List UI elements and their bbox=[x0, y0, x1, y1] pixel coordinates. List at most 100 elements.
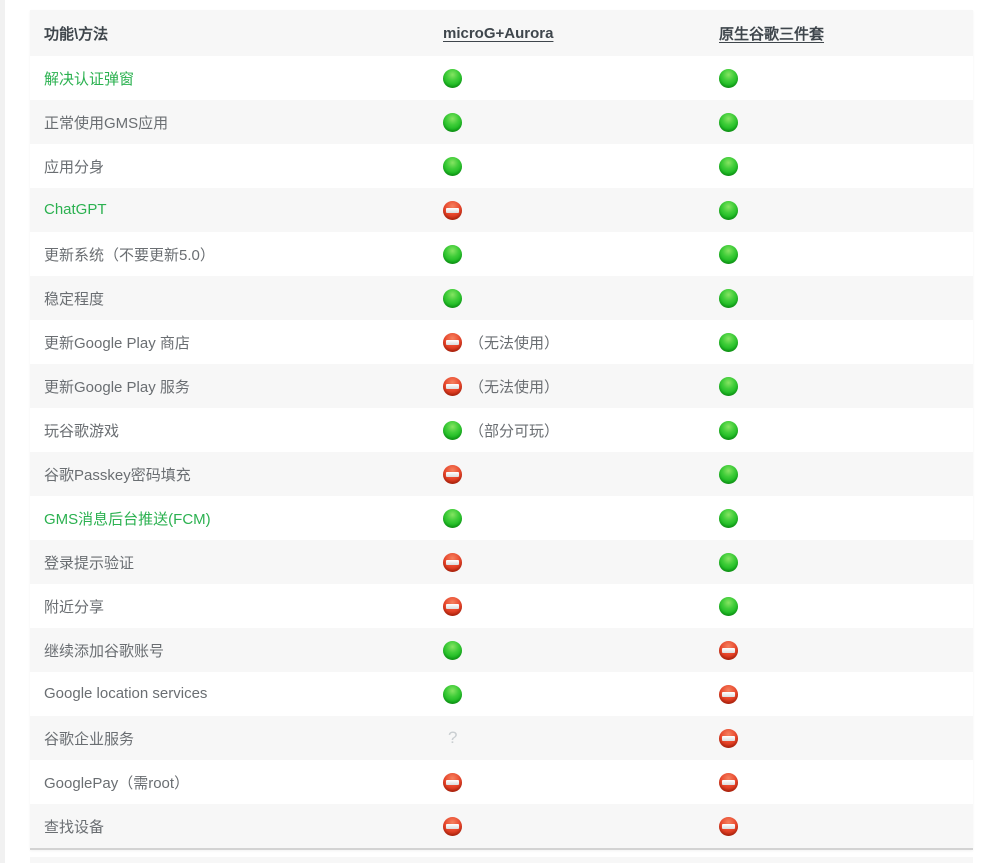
feature-label: 谷歌企业服务 bbox=[44, 730, 135, 748]
feature-cell: 更新Google Play 商店 bbox=[30, 332, 443, 353]
feature-link[interactable]: 解决认证弹窗 bbox=[44, 71, 134, 88]
green-circle-icon bbox=[719, 596, 738, 616]
left-edge-strip bbox=[0, 0, 5, 863]
no-entry-icon bbox=[719, 816, 738, 836]
feature-label: 更新Google Play 商店 bbox=[44, 334, 190, 352]
microg-status-cell: ? bbox=[443, 728, 719, 748]
feature-cell: 查找设备 bbox=[30, 816, 443, 837]
header-native-google: 原生谷歌三件套 bbox=[719, 23, 973, 44]
feature-label: 玩谷歌游戏 bbox=[44, 422, 120, 440]
microg-status-cell bbox=[443, 156, 719, 176]
feature-label: 更新Google Play 服务 bbox=[44, 378, 190, 396]
green-circle-icon bbox=[719, 332, 738, 352]
feature-label: 更新系统（不要更新5.0） bbox=[44, 246, 215, 264]
table-row: ChatGPT bbox=[30, 188, 973, 232]
microg-status-cell bbox=[443, 816, 719, 836]
green-circle-icon bbox=[443, 68, 462, 88]
table-row: 更新系统（不要更新5.0） bbox=[30, 232, 973, 276]
header-feature-label: 功能\方法 bbox=[44, 25, 109, 43]
feature-cell: GMS消息后台推送(FCM) bbox=[30, 508, 443, 529]
feature-label: GooglePay（需root） bbox=[44, 774, 190, 792]
native-status-cell bbox=[719, 332, 973, 352]
feature-label: 应用分身 bbox=[44, 158, 105, 176]
no-entry-icon bbox=[719, 684, 738, 704]
microg-status-cell: （部分可玩） bbox=[443, 420, 719, 441]
green-circle-icon bbox=[719, 200, 738, 220]
native-status-cell bbox=[719, 728, 973, 748]
header-feature-method: 功能\方法 bbox=[30, 23, 443, 44]
microg-aurora-link[interactable]: microG+Aurora bbox=[443, 25, 553, 42]
microg-status-cell: （无法使用） bbox=[443, 376, 719, 397]
status-note: （无法使用） bbox=[469, 334, 560, 352]
feature-label: 附近分享 bbox=[44, 598, 105, 616]
native-status-cell bbox=[719, 112, 973, 132]
green-circle-icon bbox=[719, 244, 738, 264]
microg-status-cell bbox=[443, 200, 719, 220]
feature-cell: ChatGPT bbox=[30, 201, 443, 219]
feature-label: 稳定程度 bbox=[44, 290, 105, 308]
native-status-cell bbox=[719, 464, 973, 484]
table-row: 继续添加谷歌账号 bbox=[30, 628, 973, 672]
microg-status-cell: （无法使用） bbox=[443, 332, 719, 353]
table-row: 应用分身 bbox=[30, 144, 973, 188]
table-row: 正常使用GMS应用 bbox=[30, 100, 973, 144]
native-status-cell bbox=[719, 684, 973, 704]
feature-cell: 谷歌企业服务 bbox=[30, 728, 443, 749]
native-status-cell bbox=[719, 508, 973, 528]
table-row: 谷歌企业服务? bbox=[30, 716, 973, 760]
table-row: 玩谷歌游戏 （部分可玩） bbox=[30, 408, 973, 452]
microg-status-cell bbox=[443, 508, 719, 528]
no-entry-icon bbox=[443, 772, 462, 792]
no-entry-icon bbox=[443, 332, 462, 352]
feature-link[interactable]: ChatGPT bbox=[44, 201, 107, 218]
green-circle-icon bbox=[719, 552, 738, 572]
native-status-cell bbox=[719, 640, 973, 660]
no-entry-icon bbox=[443, 376, 462, 396]
feature-label: 谷歌Passkey密码填充 bbox=[44, 466, 191, 484]
feature-label: Google location services bbox=[44, 685, 208, 702]
feature-link[interactable]: GMS消息后台推送(FCM) bbox=[44, 511, 211, 528]
feature-cell: 解决认证弹窗 bbox=[30, 68, 443, 89]
green-circle-icon bbox=[443, 244, 462, 264]
no-entry-icon bbox=[719, 728, 738, 748]
green-circle-icon bbox=[719, 464, 738, 484]
native-status-cell bbox=[719, 200, 973, 220]
microg-status-cell bbox=[443, 68, 719, 88]
green-circle-icon bbox=[443, 508, 462, 528]
feature-cell: 继续添加谷歌账号 bbox=[30, 640, 443, 661]
no-entry-icon bbox=[719, 772, 738, 792]
microg-status-cell bbox=[443, 640, 719, 660]
table-header-row: 功能\方法 microG+Aurora 原生谷歌三件套 bbox=[30, 10, 973, 56]
table-body: 解决认证弹窗正常使用GMS应用 应用分身 ChatGPT 更新系统（不要更新5.0） 稳… bbox=[30, 56, 973, 848]
table-row: Google location services bbox=[30, 672, 973, 716]
table-row: 更新Google Play 服务 （无法使用） bbox=[30, 364, 973, 408]
feature-cell: GooglePay（需root） bbox=[30, 772, 443, 793]
microg-status-cell bbox=[443, 464, 719, 484]
green-circle-icon bbox=[443, 112, 462, 132]
feature-cell: 应用分身 bbox=[30, 156, 443, 177]
green-circle-icon bbox=[719, 376, 738, 396]
no-entry-icon bbox=[443, 464, 462, 484]
table-row: 谷歌Passkey密码填充 bbox=[30, 452, 973, 496]
status-note: （部分可玩） bbox=[469, 422, 560, 440]
native-status-cell bbox=[719, 552, 973, 572]
microg-status-cell bbox=[443, 552, 719, 572]
no-entry-icon bbox=[443, 552, 462, 572]
comparison-table: 功能\方法 microG+Aurora 原生谷歌三件套 解决认证弹窗正常使用GM… bbox=[30, 10, 973, 850]
native-status-cell bbox=[719, 68, 973, 88]
native-google-link[interactable]: 原生谷歌三件套 bbox=[719, 26, 824, 43]
status-note: （无法使用） bbox=[469, 378, 560, 396]
feature-cell: 玩谷歌游戏 bbox=[30, 420, 443, 441]
microg-status-cell bbox=[443, 596, 719, 616]
no-entry-icon bbox=[719, 640, 738, 660]
table-row: 解决认证弹窗 bbox=[30, 56, 973, 100]
green-circle-icon bbox=[443, 684, 462, 704]
native-status-cell bbox=[719, 156, 973, 176]
green-circle-icon bbox=[443, 420, 462, 440]
green-circle-icon bbox=[719, 68, 738, 88]
table-row: 登录提示验证 bbox=[30, 540, 973, 584]
feature-label: 正常使用GMS应用 bbox=[44, 114, 169, 132]
next-section-top-edge bbox=[30, 857, 973, 863]
no-entry-icon bbox=[443, 816, 462, 836]
feature-label: 查找设备 bbox=[44, 818, 105, 836]
